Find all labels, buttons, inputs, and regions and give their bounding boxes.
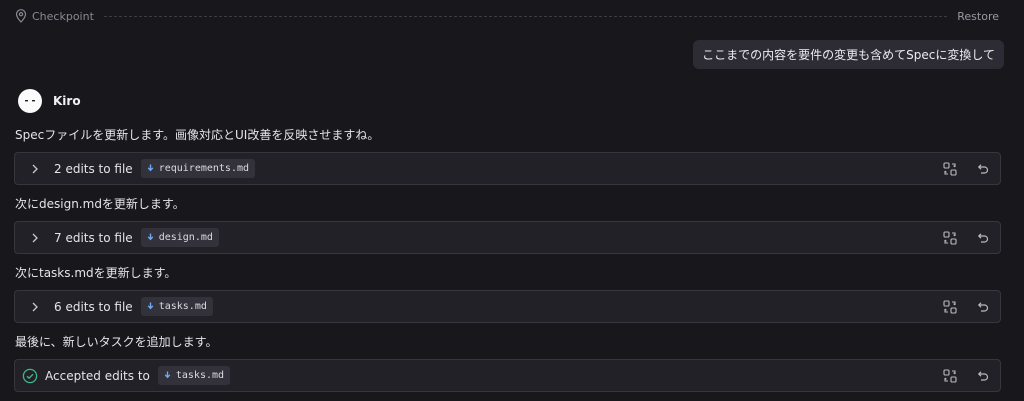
markdown-file-icon bbox=[164, 371, 171, 380]
edit-card-label: 6 edits to file bbox=[54, 299, 133, 314]
user-message-bubble: ここまでの内容を要件の変更も含めてSpecに変換して bbox=[693, 40, 1004, 69]
agent-message: 次にdesign.mdを更新します。 bbox=[15, 197, 185, 211]
agent-message: 次にtasks.mdを更新します。 bbox=[15, 266, 177, 280]
check-circle-icon bbox=[22, 368, 38, 384]
undo-icon[interactable] bbox=[974, 368, 990, 384]
edit-card-label: 7 edits to file bbox=[54, 230, 133, 245]
undo-icon[interactable] bbox=[974, 161, 990, 177]
edit-card-label: 2 edits to file bbox=[54, 161, 133, 176]
file-chip[interactable]: tasks.md bbox=[157, 366, 231, 385]
edit-card-design[interactable]: 7 edits to file design.md bbox=[14, 221, 1001, 254]
agent-message: Specファイルを更新します。画像対応とUI改善を反映させますね。 bbox=[15, 128, 380, 142]
markdown-file-icon bbox=[147, 164, 154, 173]
file-name: design.md bbox=[158, 232, 213, 243]
accepted-edits-card[interactable]: Accepted edits to tasks.md bbox=[14, 359, 1001, 392]
agent-message: 最後に、新しいタスクを追加します。 bbox=[15, 335, 218, 349]
agent-header: Kiro bbox=[18, 89, 81, 113]
chevron-right-icon[interactable] bbox=[28, 162, 42, 176]
checkpoint-label: Checkpoint bbox=[32, 9, 94, 23]
checkpoint-divider bbox=[103, 15, 948, 17]
file-chip[interactable]: requirements.md bbox=[140, 159, 256, 178]
compare-diff-icon[interactable] bbox=[942, 230, 958, 246]
card-actions bbox=[926, 299, 990, 315]
user-message-text: ここまでの内容を要件の変更も含めてSpecに変換して bbox=[702, 48, 995, 62]
chevron-right-icon[interactable] bbox=[28, 300, 42, 314]
compare-diff-icon[interactable] bbox=[942, 161, 958, 177]
edit-card-requirements[interactable]: 2 edits to file requirements.md bbox=[14, 152, 1001, 185]
file-name: requirements.md bbox=[158, 163, 250, 174]
card-actions bbox=[926, 161, 990, 177]
restore-button[interactable]: Restore bbox=[957, 10, 999, 23]
map-pin-icon bbox=[15, 9, 27, 23]
chevron-right-icon[interactable] bbox=[28, 231, 42, 245]
edit-card-label: Accepted edits to bbox=[45, 368, 150, 383]
avatar bbox=[18, 89, 42, 113]
file-chip[interactable]: tasks.md bbox=[140, 297, 213, 316]
file-name: tasks.md bbox=[175, 370, 225, 381]
file-chip[interactable]: design.md bbox=[140, 228, 219, 247]
markdown-file-icon bbox=[147, 233, 154, 242]
undo-icon[interactable] bbox=[974, 299, 990, 315]
agent-name: Kiro bbox=[53, 94, 81, 108]
compare-diff-icon[interactable] bbox=[942, 368, 958, 384]
edit-card-tasks[interactable]: 6 edits to file tasks.md bbox=[14, 290, 1001, 323]
compare-diff-icon[interactable] bbox=[942, 299, 958, 315]
markdown-file-icon bbox=[147, 302, 154, 311]
card-actions bbox=[926, 368, 990, 384]
card-actions bbox=[926, 230, 990, 246]
undo-icon[interactable] bbox=[974, 230, 990, 246]
file-name: tasks.md bbox=[158, 301, 207, 312]
checkpoint-row: Checkpoint Restore bbox=[15, 8, 999, 24]
